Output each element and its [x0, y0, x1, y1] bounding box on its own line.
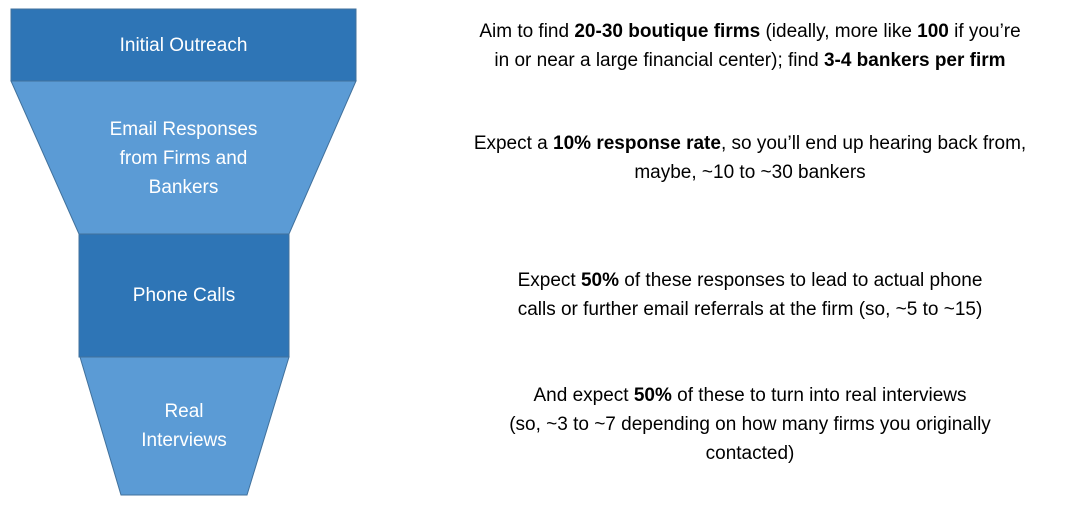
description-initial-outreach: Aim to find 20-30 boutique firms (ideall…: [410, 17, 1084, 75]
description-line: Aim to find 20-30 boutique firms (ideall…: [410, 17, 1084, 46]
description-phone-calls: Expect 50% of these responses to lead to…: [410, 266, 1084, 324]
text-segment: (ideally, more like: [760, 21, 918, 42]
stage-label-phone-calls: Phone Calls: [132, 285, 236, 306]
stage-label-real-interviews: Real Interviews: [141, 401, 227, 451]
description-line: Expect a 10% response rate, so you’ll en…: [410, 129, 1084, 158]
text-segment: calls or further email referrals at the …: [517, 299, 983, 320]
text-segment: Aim to find: [479, 21, 575, 42]
bold-text: 20-30 boutique firms: [574, 21, 761, 42]
bold-text: 10% response rate: [553, 133, 721, 154]
text-segment: of these responses to lead to actual pho…: [619, 270, 983, 291]
description-line: calls or further email referrals at the …: [410, 295, 1084, 324]
description-line: Expect 50% of these responses to lead to…: [410, 266, 1084, 295]
text-segment: contacted): [705, 443, 795, 464]
description-real-interviews: And expect 50% of these to turn into rea…: [410, 381, 1084, 468]
text-segment: And expect: [533, 385, 634, 406]
text-segment: Expect: [517, 270, 581, 291]
text-segment: of these to turn into real interviews: [671, 385, 967, 406]
text-segment: in or near a large financial center); fi…: [494, 50, 824, 71]
stage-label-initial-outreach: Initial Outreach: [119, 35, 248, 56]
description-email-responses: Expect a 10% response rate, so you’ll en…: [410, 129, 1084, 187]
stage-label-email-responses: Email Responses from Firms and Bankers: [109, 119, 258, 198]
bold-text: 50%: [633, 385, 672, 406]
description-line: (so, ~3 to ~7 depending on how many firm…: [410, 410, 1084, 439]
bold-text: 50%: [580, 270, 620, 291]
bold-text: 3-4 bankers per firm: [823, 50, 1006, 71]
text-segment: if you’re: [948, 21, 1021, 42]
description-line: in or near a large financial center); fi…: [410, 46, 1084, 75]
description-line: contacted): [410, 439, 1084, 468]
text-segment: (so, ~3 to ~7 depending on how many firm…: [509, 414, 991, 435]
text-segment: maybe, ~10 to ~30 bankers: [634, 162, 866, 183]
text-segment: Expect a: [473, 133, 554, 154]
description-line: And expect 50% of these to turn into rea…: [410, 381, 1084, 410]
description-line: maybe, ~10 to ~30 bankers: [410, 158, 1084, 187]
text-segment: , so you’ll end up hearing back from,: [720, 133, 1027, 154]
bold-text: 100: [917, 21, 949, 42]
